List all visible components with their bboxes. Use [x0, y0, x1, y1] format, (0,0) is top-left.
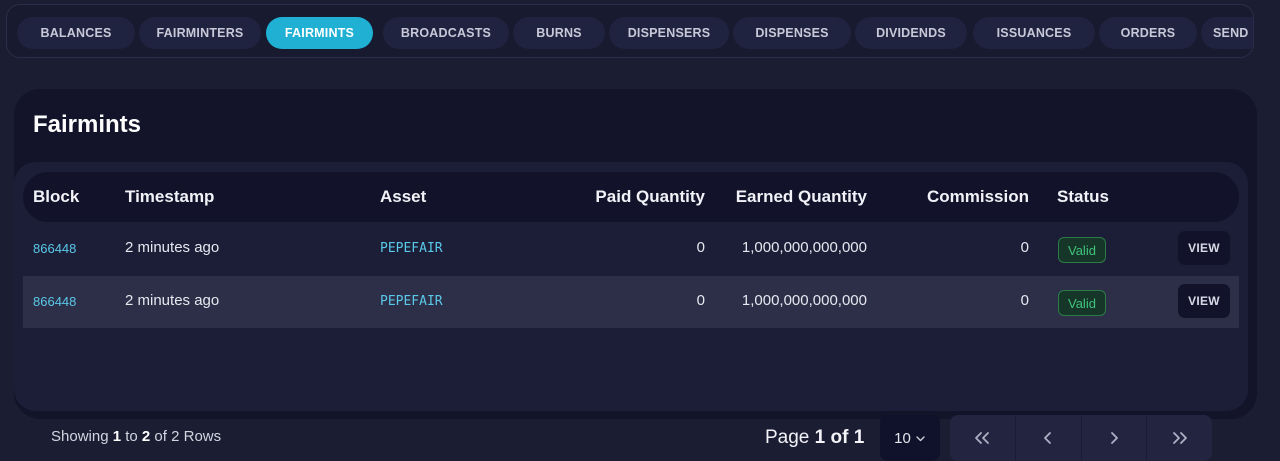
page-size-select[interactable]: 10 [880, 415, 940, 461]
tab-fairminters[interactable]: FAIRMINTERS [139, 17, 261, 49]
timestamp-cell: 2 minutes ago [125, 239, 220, 256]
tab-broadcasts[interactable]: BROADCASTS [383, 17, 509, 49]
tab-bar: BALANCES FAIRMINTERS FAIRMINTS BROADCAST… [6, 4, 1254, 58]
next-page-button[interactable] [1082, 415, 1148, 461]
column-header-commission: Commission [926, 187, 1029, 206]
paid-quantity-cell: 0 [696, 239, 705, 256]
timestamp-cell: 2 minutes ago [125, 292, 220, 309]
column-header-asset: Asset [380, 187, 427, 206]
commission-cell: 0 [1020, 292, 1029, 309]
table-row: 866448 2 minutes ago PEPEFAIR 0 1,000,00… [23, 223, 1239, 275]
previous-page-button[interactable] [1016, 415, 1082, 461]
last-page-button[interactable] [1147, 415, 1212, 461]
double-chevron-left-icon [975, 432, 990, 444]
fairmints-card: Fairmints Block Timestamp Asset Paid Qua… [14, 89, 1257, 461]
page-title: Fairmints [33, 111, 142, 138]
paid-quantity-cell: 0 [696, 292, 705, 309]
table-header: Block Timestamp Asset Paid Quantity Earn… [23, 172, 1239, 222]
block-link[interactable]: 866448 [33, 294, 76, 309]
tab-scroll-indicator[interactable] [19, 57, 1055, 58]
first-page-button[interactable] [950, 415, 1016, 461]
block-link[interactable]: 866448 [33, 241, 76, 256]
column-header-block: Block [33, 187, 80, 206]
chevron-right-icon [1110, 432, 1118, 444]
earned-quantity-cell: 1,000,000,000,000 [741, 292, 867, 309]
table-row: 866448 2 minutes ago PEPEFAIR 0 1,000,00… [23, 276, 1239, 328]
page-word: Page [765, 427, 815, 448]
column-header-paid-quantity: Paid Quantity [595, 187, 705, 206]
showing-from: 1 [112, 428, 122, 445]
column-header-earned-quantity: Earned Quantity [735, 187, 867, 206]
double-chevron-right-icon [1172, 432, 1187, 444]
earned-quantity-cell: 1,000,000,000,000 [741, 239, 867, 256]
rows-summary: Showing 1 to 2 of 2 Rows [51, 428, 221, 445]
page-size-value: 10 [894, 429, 911, 447]
view-button[interactable]: VIEW [1178, 284, 1230, 318]
commission-cell: 0 [1020, 239, 1029, 256]
view-button[interactable]: VIEW [1178, 231, 1230, 265]
tab-dispensers[interactable]: DISPENSERS [609, 17, 729, 49]
column-header-timestamp: Timestamp [125, 187, 215, 206]
showing-prefix: Showing [51, 428, 113, 445]
tab-dividends[interactable]: DIVIDENDS [855, 17, 967, 49]
showing-to: 2 [141, 428, 151, 445]
tab-burns[interactable]: BURNS [513, 17, 605, 49]
page-value: 1 of 1 [814, 427, 865, 448]
chevron-down-icon [916, 435, 925, 441]
chevron-left-icon [1044, 432, 1052, 444]
pagination-controls [950, 415, 1212, 461]
tab-balances[interactable]: BALANCES [17, 17, 135, 49]
tab-send[interactable]: SEND [1201, 17, 1253, 49]
showing-to-word: to [121, 428, 142, 445]
asset-link[interactable]: PEPEFAIR [380, 241, 443, 256]
tab-dispenses[interactable]: DISPENSES [733, 17, 851, 49]
status-badge: Valid [1058, 290, 1106, 316]
showing-total: of 2 Rows [150, 428, 222, 445]
status-badge: Valid [1058, 237, 1106, 263]
tab-orders[interactable]: ORDERS [1099, 17, 1197, 49]
fairmints-table: Block Timestamp Asset Paid Quantity Earn… [14, 162, 1248, 461]
asset-link[interactable]: PEPEFAIR [380, 294, 443, 309]
page-indicator: Page 1 of 1 [765, 427, 864, 449]
column-header-status: Status [1057, 187, 1109, 206]
tab-fairmints[interactable]: FAIRMINTS [266, 17, 373, 49]
tab-issuances[interactable]: ISSUANCES [973, 17, 1095, 49]
